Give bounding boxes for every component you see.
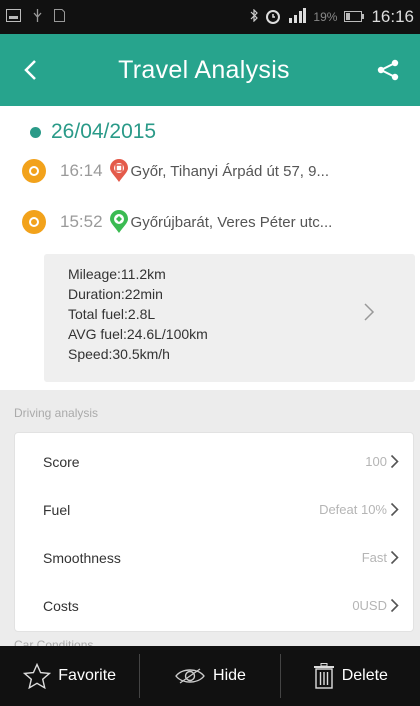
signal-icon (288, 8, 307, 26)
trip-date-row: 26/04/2015 (30, 120, 156, 144)
smoothness-row[interactable]: Smoothness Fast (15, 533, 413, 582)
score-row[interactable]: Score 100 (15, 437, 413, 486)
fuel-row[interactable]: Fuel Defeat 10% (15, 485, 413, 534)
status-time: 16:16 (371, 7, 414, 26)
costs-value: 0USD (352, 598, 387, 613)
costs-row[interactable]: Costs 0USD (15, 581, 413, 630)
trip-date: 26/04/2015 (51, 120, 157, 143)
score-label: Score (43, 453, 80, 470)
trip-end-time: 16:14 (60, 161, 103, 180)
title-bar: Travel Analysis (0, 34, 420, 106)
chevron-right-icon (363, 302, 375, 327)
image-notification-icon (6, 9, 21, 25)
share-icon (377, 59, 399, 81)
smoothness-value: Fast (361, 550, 387, 565)
delete-button[interactable]: Delete (281, 646, 420, 706)
timeline-dot-icon (30, 126, 41, 138)
usb-icon (33, 9, 42, 25)
costs-label: Costs (43, 597, 79, 614)
start-pin-icon (109, 210, 129, 234)
trip-end-address: Győr, Tihanyi Árpád út 57, 9... (130, 162, 329, 180)
battery-icon (344, 10, 365, 25)
chevron-right-icon (390, 502, 399, 517)
eye-icon (175, 668, 205, 684)
favorite-label: Favorite (58, 667, 117, 684)
smoothness-label: Smoothness (43, 549, 121, 566)
chevron-right-icon (390, 550, 399, 565)
trip-details: 26/04/2015 16:14 Győr, Tihanyi Árpád út … (0, 106, 420, 390)
trip-end-row[interactable]: 16:14 Győr, Tihanyi Árpád út 57, 9... (22, 156, 329, 186)
driving-analysis-card: Score 100 Fuel Defeat 10% Smoothness Fas… (14, 432, 414, 632)
alarm-icon (265, 8, 281, 27)
trip-start-row[interactable]: 15:52 Győrújbarát, Veres Péter utc... (22, 207, 332, 237)
back-chevron-icon (24, 60, 36, 80)
star-icon (23, 663, 52, 689)
bluetooth-icon (250, 8, 259, 25)
battery-percent: 19% (313, 10, 338, 24)
status-bar: 19% 16:16 (0, 0, 420, 34)
delete-label: Delete (341, 667, 388, 684)
sd-card-icon (54, 9, 65, 25)
duration-text: Duration:22min (68, 286, 163, 302)
chevron-right-icon (390, 598, 399, 613)
trip-summary-card[interactable]: Mileage:11.2km Duration:22min Total fuel… (44, 254, 415, 382)
share-button[interactable] (356, 34, 420, 106)
end-pin-icon (109, 159, 129, 183)
clock-icon (22, 159, 46, 183)
mileage-text: Mileage:11.2km (68, 266, 166, 282)
fuel-label: Fuel (43, 501, 71, 518)
score-value: 100 (365, 454, 387, 469)
favorite-button[interactable]: Favorite (0, 646, 139, 706)
avg-fuel-text: AVG fuel:24.6L/100km (68, 326, 208, 342)
driving-analysis-label: Driving analysis (14, 406, 99, 420)
chevron-right-icon (390, 454, 399, 469)
trip-start-address: Győrújbarát, Veres Péter utc... (130, 213, 333, 231)
fuel-value: Defeat 10% (319, 502, 387, 517)
hide-button[interactable]: Hide (140, 646, 279, 706)
speed-text: Speed:30.5km/h (68, 346, 170, 362)
hide-label: Hide (213, 667, 246, 684)
bottom-toolbar: Favorite Hide Delete (0, 646, 420, 706)
trip-start-time: 15:52 (60, 212, 103, 231)
clock-icon (22, 210, 46, 234)
back-button[interactable] (0, 34, 60, 106)
page-title: Travel Analysis (118, 55, 290, 84)
trash-icon (313, 663, 334, 689)
